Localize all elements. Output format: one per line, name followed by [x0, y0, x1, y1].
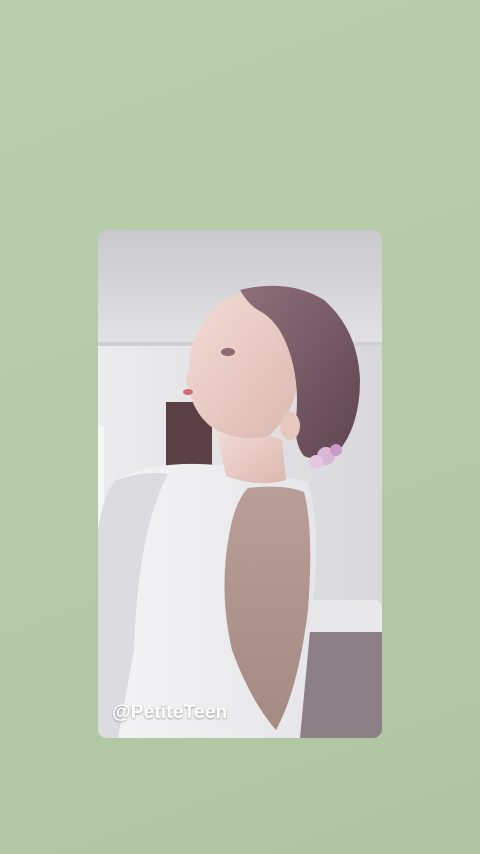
story-photo — [98, 230, 382, 738]
watermark-username: @PetiteTeen — [112, 702, 228, 723]
story-photo-card[interactable]: @PetiteTeen — [98, 230, 382, 738]
